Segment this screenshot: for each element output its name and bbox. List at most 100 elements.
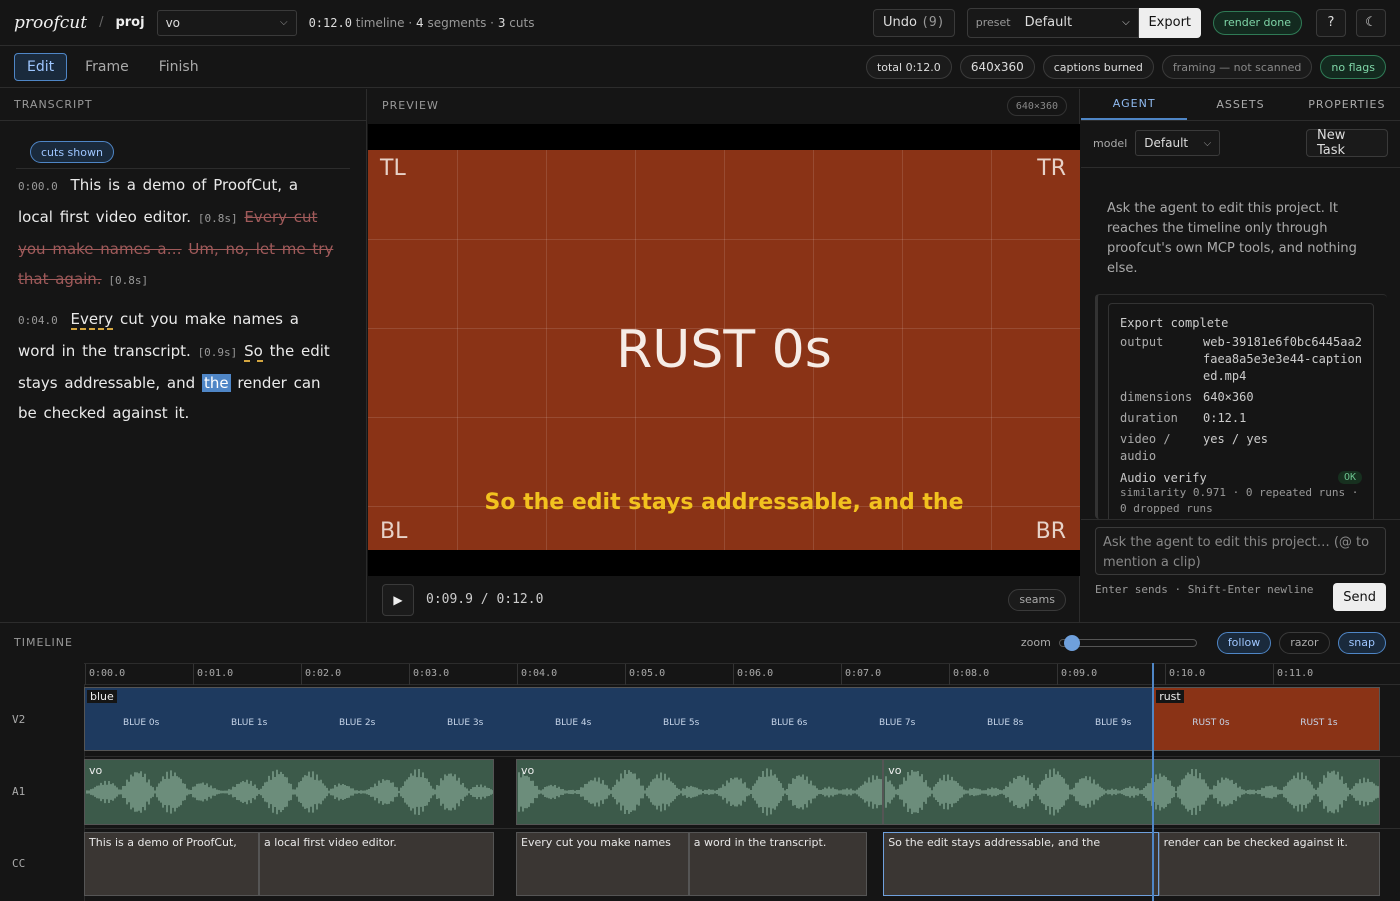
preset-label: preset xyxy=(975,16,1011,29)
video-clip[interactable]: blue BLUE 0s BLUE 1s BLUE 2s BLUE 3s BLUE 4s B… xyxy=(84,687,1154,751)
send-button[interactable]: Send xyxy=(1333,583,1386,611)
cuts-shown-toggle[interactable]: cuts shown xyxy=(30,141,114,163)
timeline-ruler[interactable]: 0:00.0 0:01.0 0:02.0 0:03.0 0:04.0 0:05.0 0:06… xyxy=(84,663,1400,685)
audio-clip[interactable]: vo xyxy=(84,759,495,825)
dimensions-badge: 640x360 xyxy=(959,55,1035,79)
export-result-body: Export complete output web-39181e6f0bc644… xyxy=(1108,303,1374,519)
agent-tabs: AGENT ASSETS PROPERTIES xyxy=(1081,89,1400,121)
track-select[interactable]: vo ⌵ xyxy=(156,9,297,36)
clip-frame-label: BLUE 7s xyxy=(879,718,916,728)
razor-tool-button[interactable]: razor xyxy=(1279,631,1330,654)
caption-clip[interactable]: So the edit stays addressable, and the xyxy=(883,832,1159,896)
result-row: dimensions 640×360 xyxy=(1120,389,1362,406)
flags-badge: no flags xyxy=(1320,55,1386,79)
caption-clip[interactable]: a local first video editor. xyxy=(258,832,495,896)
agent-prompt-input[interactable]: Ask the agent to edit this project… (@ t… xyxy=(1095,527,1386,575)
corner-label-br: BR xyxy=(1035,519,1066,544)
audio-clip[interactable]: vo xyxy=(516,759,884,825)
paragraph-timestamp[interactable]: 0:04.0 xyxy=(18,314,58,327)
model-select[interactable]: Default ⌵ xyxy=(1135,130,1221,156)
model-row: model Default ⌵ New Task xyxy=(1093,128,1388,158)
playhead[interactable] xyxy=(1152,663,1155,901)
track-label-a1: A1 xyxy=(12,785,26,798)
snap-toggle[interactable]: snap xyxy=(1337,631,1386,654)
track-select-value: vo xyxy=(165,15,181,30)
chevron-down-icon: ⌵ xyxy=(1203,137,1212,149)
corner-label-bl: BL xyxy=(380,519,408,544)
timeline-duration: 0:12.0 xyxy=(308,15,352,30)
time-separator: / xyxy=(480,592,489,607)
transcript-header: TRANSCRIPT xyxy=(0,89,366,121)
new-task-button[interactable]: New Task xyxy=(1306,128,1388,158)
clip-label: rust xyxy=(1156,690,1184,703)
corner-label-tr: TR xyxy=(1037,156,1066,181)
result-value: 0:12.1 xyxy=(1203,411,1247,425)
zoom-slider[interactable] xyxy=(1058,634,1197,651)
caption-clip[interactable]: Every cut you make names xyxy=(516,832,689,896)
output-filename[interactable]: web-39181e6f0bc6445aa2faea8a5e3e3e44-cap… xyxy=(1203,334,1362,385)
tab-finish[interactable]: Finish xyxy=(147,53,211,81)
seams-button[interactable]: seams xyxy=(1008,588,1066,611)
captions-badge: captions burned xyxy=(1042,55,1154,79)
frame-text: RUST 0s xyxy=(616,320,832,380)
timeline-header: TIMELINE zoom follow razor snap xyxy=(0,623,1400,662)
clip-frame-label: RUST 0s xyxy=(1192,718,1230,728)
preset-select[interactable]: preset Default ⌵ xyxy=(966,7,1139,38)
grid-line xyxy=(368,417,1080,418)
export-result-card: Export complete output web-39181e6f0bc644… xyxy=(1095,294,1387,519)
agent-divider xyxy=(1081,167,1400,168)
caption-clip[interactable]: render can be checked against it. xyxy=(1158,832,1380,896)
video-clip[interactable]: rustRUST 0sRUST 1sRUST 2 xyxy=(1153,687,1380,751)
ruler-tick: 0:03.0 xyxy=(409,664,449,685)
follow-toggle[interactable]: follow xyxy=(1216,631,1272,654)
undo-button[interactable]: Undo (9) xyxy=(872,8,955,37)
play-button[interactable]: ▶ xyxy=(382,583,414,616)
waveform xyxy=(518,768,882,816)
export-button[interactable]: Export xyxy=(1138,7,1201,38)
preview-dimensions: 640×360 xyxy=(1006,96,1067,116)
clip-frame-label: BLUE 5s xyxy=(663,718,700,728)
flagged-word[interactable]: So xyxy=(244,342,263,362)
agent-prompt-placeholder: Ask the agent to edit this project… (@ t… xyxy=(1103,535,1370,570)
clip-label: vo xyxy=(521,764,535,777)
ruler-tick: 0:05.0 xyxy=(625,664,665,685)
ruler-tick: 0:00.0 xyxy=(85,664,125,685)
project-name[interactable]: proj xyxy=(115,15,144,30)
transcript-paragraph-2: 0:04.0 Every cut you make names a word i… xyxy=(18,304,338,428)
result-row: video / audio yes / yes xyxy=(1120,431,1362,465)
video-canvas[interactable]: TL TR BL BR RUST 0s So the edit stays ad… xyxy=(368,150,1080,550)
help-button[interactable]: ? xyxy=(1316,8,1346,37)
undo-count: (9) xyxy=(921,15,945,30)
audio-clip[interactable]: vo xyxy=(883,759,1380,825)
waveform xyxy=(86,769,494,815)
ruler-tick: 0:07.0 xyxy=(841,664,881,685)
preset-value: Default xyxy=(1024,15,1073,30)
caption-clip[interactable]: This is a demo of ProofCut, xyxy=(84,832,259,896)
audio-verify-row: Audio verify OK xyxy=(1120,471,1362,485)
tab-edit[interactable]: Edit xyxy=(14,53,68,81)
gap-marker: [0.8s] xyxy=(108,274,149,287)
preview-panel: PREVIEW 640×360 TL TR BL BR RUST 0s So t… xyxy=(368,89,1080,622)
tab-assets[interactable]: ASSETS xyxy=(1187,89,1293,120)
gap-marker: [0.9s] xyxy=(197,346,238,359)
tab-frame[interactable]: Frame xyxy=(73,53,141,81)
clip-label: vo xyxy=(89,764,103,777)
timeline-summary: 0:12.0 timeline · 4 segments · 3 cuts xyxy=(308,15,535,30)
timeline-panel: TIMELINE zoom follow razor snap 0:00.0 0:… xyxy=(0,622,1400,901)
ruler-tick: 0:10.0 xyxy=(1165,664,1205,685)
paragraph-timestamp[interactable]: 0:00.0 xyxy=(18,180,58,193)
tab-properties[interactable]: PROPERTIES xyxy=(1294,89,1400,120)
agent-panel: AGENT ASSETS PROPERTIES model Default ⌵ … xyxy=(1081,89,1400,622)
flagged-word[interactable]: Every xyxy=(70,310,114,330)
caption-clip[interactable]: a word in the transcript. xyxy=(688,832,867,896)
theme-toggle-button[interactable]: ☾ xyxy=(1356,8,1386,37)
result-key: video / audio xyxy=(1120,432,1171,463)
zoom-slider-handle[interactable] xyxy=(1063,634,1080,651)
result-value: 640×360 xyxy=(1203,390,1254,404)
result-key: output xyxy=(1120,335,1164,349)
current-word[interactable]: the xyxy=(201,374,231,392)
ruler-tick: 0:02.0 xyxy=(301,664,341,685)
undo-label: Undo xyxy=(882,15,917,30)
clip-frame-label: BLUE 4s xyxy=(555,718,592,728)
tab-agent[interactable]: AGENT xyxy=(1081,89,1188,120)
